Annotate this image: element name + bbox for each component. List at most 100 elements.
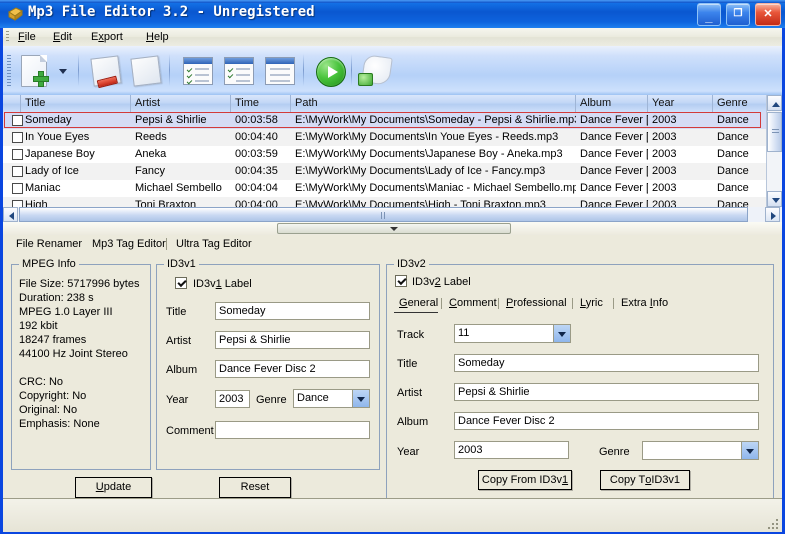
tab-general[interactable]: General [394,296,443,311]
cell-path: E:\MyWork\My Documents\In Youe Eyes - Re… [291,129,576,146]
minimize-icon: _ [698,4,720,25]
id3v1-year-label: Year [166,393,188,407]
add-files-button[interactable] [17,53,69,89]
file-list[interactable]: Title Artist Time Path Album Year Genre … [3,95,782,208]
id3v2-title-field[interactable]: Someday [454,354,759,372]
hscroll-thumb[interactable] [19,207,748,222]
id3v2-artist-field[interactable]: Pepsi & Shirlie [454,383,759,401]
file-list-vscrollbar[interactable] [766,95,782,207]
table-row[interactable]: Lady of Ice Fancy 00:04:35 E:\MyWork\My … [3,163,766,180]
menu-bar: File Edit Export Help [3,28,782,47]
cell-path: E:\MyWork\My Documents\High - Toni Braxt… [291,197,576,207]
minimize-button[interactable]: _ [697,3,721,26]
column-header-time[interactable]: Time [231,95,291,112]
copy-to-id3v1-button[interactable]: Copy To ID3v1 [600,470,690,490]
cell-title: Someday [21,112,131,129]
id3v2-track-value: 11 [458,327,469,339]
tab-professional[interactable]: Professional [501,296,572,311]
select-all-button[interactable] [179,53,215,89]
copy-from-id3v1-button[interactable]: Copy From ID3v1 [478,470,572,490]
tab-ultra-tag-editor[interactable]: Ultra Tag Editor [169,236,259,252]
scroll-up-button[interactable] [767,95,782,111]
cell-time: 00:04:35 [231,163,291,180]
cell-year: 2003 [648,146,713,163]
chevron-down-icon[interactable] [553,325,570,342]
cell-title: In Youe Eyes [21,129,131,146]
table-row[interactable]: In Youe Eyes Reeds 00:04:40 E:\MyWork\My… [3,129,766,146]
column-header-check[interactable] [3,95,21,112]
id3v2-year-field[interactable]: 2003 [454,441,569,459]
cell-artist: Fancy [131,163,231,180]
scroll-thumb[interactable] [767,112,782,152]
cell-time: 00:04:04 [231,180,291,197]
maximize-button[interactable]: ❐ [726,3,750,26]
tab-mp3-tag-editor[interactable]: Mp3 Tag Editor [85,236,173,252]
tab-sep-4 [613,298,614,309]
id3v1-enable-checkbox[interactable] [175,277,187,289]
id3v1-title-field[interactable]: Someday [215,302,370,320]
scroll-down-button[interactable] [767,191,782,207]
cell-artist: Reeds [131,129,231,146]
scroll-right-button[interactable] [765,207,780,222]
document-remove-icon [90,55,121,86]
tab-lyric[interactable]: Lyric [575,296,608,311]
id3v2-enable-checkbox[interactable] [395,275,407,287]
column-header-album[interactable]: Album [576,95,648,112]
mpeg-duration: Duration: 238 s [19,291,139,305]
update-button[interactable]: Update [75,477,152,498]
id3v2-album-field[interactable]: Dance Fever Disc 2 [454,412,759,430]
menu-grip[interactable] [6,31,9,43]
tab-comment[interactable]: Comment [444,296,502,311]
chevron-down-icon[interactable] [352,390,369,407]
menu-item-edit[interactable]: Edit [48,30,77,44]
toolbar-grip[interactable] [7,55,11,87]
splitter[interactable] [3,222,782,235]
scroll-left-button[interactable] [3,207,18,222]
remove-file-button[interactable] [87,53,123,89]
file-list-body[interactable]: Someday Pepsi & Shirlie 00:03:58 E:\MyWo… [3,112,766,207]
play-button[interactable] [312,53,348,89]
id3v1-genre-combo[interactable]: Dance [293,389,370,408]
application-window: Mp3 File Editor 3.2 - Unregistered _ ❐ ✕… [0,0,785,534]
menu-item-export[interactable]: Export [86,30,128,44]
table-row[interactable]: Someday Pepsi & Shirlie 00:03:58 E:\MyWo… [3,112,766,129]
select-some-button[interactable] [220,53,256,89]
reset-button[interactable]: Reset [219,477,291,498]
chevron-down-icon[interactable] [741,442,758,459]
id3v1-year-field[interactable]: 2003 [215,390,250,408]
cell-genre: Dance [713,129,766,146]
toolbar-separator-3 [303,54,304,86]
cell-path: E:\MyWork\My Documents\Lady of Ice - Fan… [291,163,576,180]
table-row[interactable]: High Toni Braxton 00:04:00 E:\MyWork\My … [3,197,766,207]
id3v1-album-field[interactable]: Dance Fever Disc 2 [215,360,370,378]
deselect-all-button[interactable] [261,53,297,89]
menu-item-file[interactable]: File [13,30,41,44]
editor-tabs: File Renamer Mp3 Tag Editor Ultra Tag Ed… [3,235,782,253]
mpeg-version: MPEG 1.0 Layer III [19,305,139,319]
column-header-artist[interactable]: Artist [131,95,231,112]
export-button[interactable] [357,53,393,89]
table-row[interactable]: Japanese Boy Aneka 00:03:59 E:\MyWork\My… [3,146,766,163]
column-header-title[interactable]: Title [21,95,131,112]
column-header-genre[interactable]: Genre [713,95,766,112]
id3v1-artist-field[interactable]: Pepsi & Shirlie [215,331,370,349]
cell-genre: Dance [713,163,766,180]
column-header-path[interactable]: Path [291,95,576,112]
tab-file-renamer[interactable]: File Renamer [9,236,89,252]
maximize-icon: ❐ [727,4,749,25]
close-button[interactable]: ✕ [755,3,781,26]
clear-list-button[interactable] [127,53,163,89]
file-list-hscrollbar[interactable] [3,207,782,222]
table-row[interactable]: Maniac Michael Sembello 00:04:04 E:\MyWo… [3,180,766,197]
id3v2-track-combo[interactable]: 11 [454,324,571,343]
toolbar [3,46,782,96]
resize-grip-icon[interactable] [767,518,779,530]
id3v1-comment-field[interactable] [215,421,370,439]
column-header-year[interactable]: Year [648,95,713,112]
id3v2-genre-combo[interactable] [642,441,759,460]
tab-extra-info[interactable]: Extra Info [616,296,673,311]
cell-genre: Dance [713,180,766,197]
chevron-down-icon[interactable] [59,69,67,74]
menu-item-help[interactable]: Help [141,30,174,44]
splitter-collapse-button[interactable] [277,223,511,234]
